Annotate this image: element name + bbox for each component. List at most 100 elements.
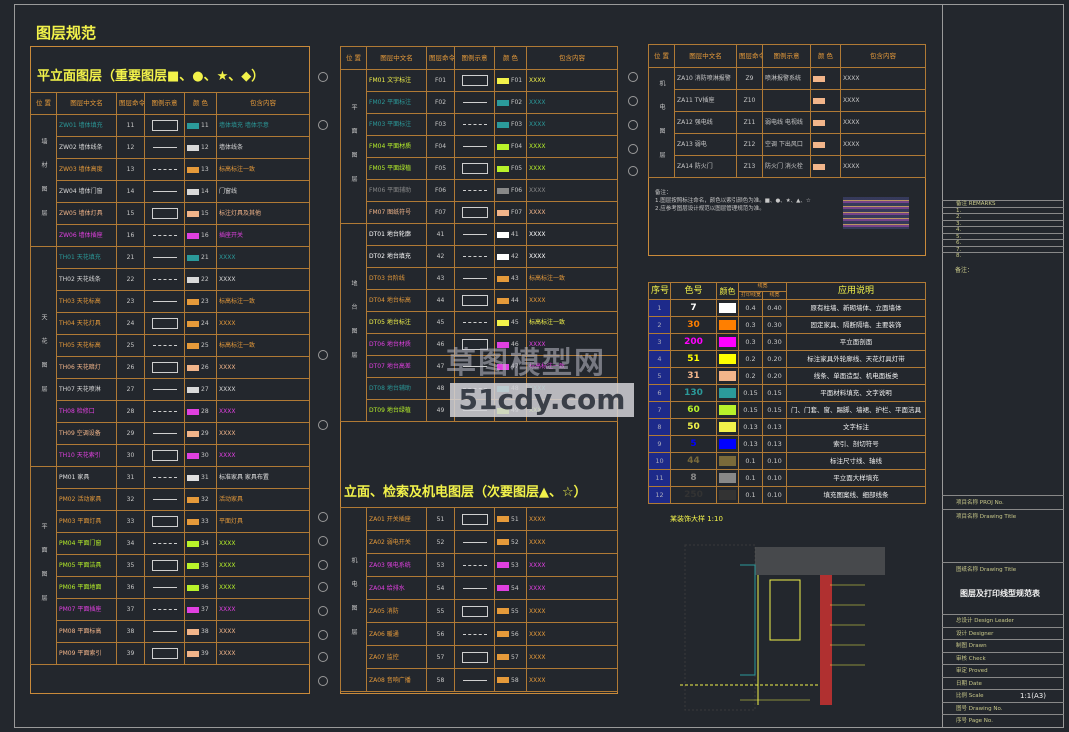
table-row: 平 面 图 层 FM01 文字标注 F01 F01 XXXX [340, 69, 618, 224]
layer-legend [454, 311, 495, 334]
subheader-cell: 打印线宽 [738, 290, 763, 300]
layer-legend [454, 668, 495, 692]
layer-color: 37 [184, 598, 217, 621]
layer-color: 56 [494, 622, 527, 646]
legend-symbol-icon [151, 208, 178, 219]
table-row: DT03 台阶线 43 43 标高标注一致 [341, 267, 618, 290]
legend-symbol-icon [462, 190, 487, 191]
layer-legend [454, 91, 495, 114]
legend-symbol-icon [152, 433, 177, 434]
color-swatch [497, 562, 509, 568]
layer-name: PM06 平面地面 [56, 576, 117, 599]
color-cell [716, 486, 739, 504]
layer-color: 26 [184, 356, 217, 379]
layer-color: 43 [494, 267, 527, 290]
color-swatch [187, 342, 199, 349]
color-code: 26 [201, 364, 209, 371]
layer-legend [144, 202, 185, 225]
legend-symbol-icon [151, 362, 178, 373]
layer-color: 21 [184, 246, 217, 269]
layer-name: ZW01 墙体填充 [56, 114, 117, 137]
table-row: ZW03 墙体高度 13 13 标高标注一致 [31, 158, 310, 181]
layer-content: 门窗线 [216, 180, 310, 203]
color-swatch [497, 143, 509, 150]
table-row: ZA14 防火门 Z13 防火门 消火栓 XXXX [649, 155, 926, 178]
table-row: TH06 天花暗灯 26 26 XXXX [31, 356, 310, 379]
layer-content: XXXX [526, 113, 618, 136]
legend-symbol-icon [151, 318, 178, 329]
header-cell: 图层命令 [116, 92, 145, 115]
layer-content: XXXX [526, 645, 618, 669]
color-swatch [719, 422, 736, 432]
layer-color: F04 [494, 135, 527, 158]
table-row: 8 50 0.13 0.13 文字标注 [648, 418, 926, 436]
color-code: 41 [511, 231, 519, 238]
layer-code: 58 [426, 668, 455, 692]
color-swatch [813, 119, 825, 126]
color-swatch [813, 97, 825, 104]
layer-name: ZA01 开关插座 [366, 507, 427, 531]
layer-code: 13 [116, 158, 145, 181]
layer-name: TH09 空调设备 [56, 422, 117, 445]
layer-legend [454, 289, 495, 312]
color-swatch [497, 99, 509, 106]
layer-color: 25 [184, 334, 217, 357]
layer-color: 27 [184, 378, 217, 401]
binding-hole [318, 536, 328, 546]
layer-content: XXXX [840, 111, 926, 134]
binding-hole [318, 420, 328, 430]
color-swatch [187, 144, 199, 151]
header-cell: 图层命令 [736, 44, 763, 68]
color-code: 36 [201, 584, 209, 591]
layer-name: TH07 天花喷淋 [56, 378, 117, 401]
line-width-print: 0.2 [738, 350, 763, 368]
line-width: 0.15 [761, 384, 788, 402]
layer-legend [144, 444, 185, 467]
layer-code: 39 [116, 642, 145, 665]
layer-content: XXXX [216, 620, 310, 643]
legend-symbol-icon [461, 295, 488, 306]
drawing-name-label: 图纸名称 Drawing Title [942, 562, 1064, 576]
color-cell [716, 401, 739, 419]
group-label: 平 面 图 层 [30, 466, 57, 665]
color-swatch [187, 166, 199, 173]
sign-row: 审定 Proved [942, 664, 1064, 677]
layer-name: FM04 平面材质 [366, 135, 427, 158]
legend-symbol-icon [461, 513, 488, 525]
layer-name: ZW06 墙体插座 [56, 224, 117, 247]
layer-code: 56 [426, 622, 455, 646]
layer-name: DT06 地台材质 [366, 333, 427, 356]
binding-hole [318, 72, 328, 82]
mep-layer-table-right: 位 置图层中文名 图层命令 图例示意颜 色包含内容机 电 图 层 ZA10 消防喷淋报… [648, 44, 926, 178]
layer-content: XXXX [216, 400, 310, 423]
layer-code: 25 [116, 334, 145, 357]
legend-symbol-icon [152, 147, 177, 148]
layer-color: 31 [184, 466, 217, 489]
layer-name: PM02 活动家具 [56, 488, 117, 511]
layer-name: PM04 平面门窗 [56, 532, 117, 555]
color-swatch [813, 75, 825, 82]
table-row: ZA03 强电系统 53 53 XXXX [341, 553, 618, 577]
layer-code: 15 [116, 202, 145, 225]
layer-code: 35 [116, 554, 145, 577]
row-number: 10 [648, 452, 671, 470]
table-header: 位 置图层中文名 图层命令 图例示意颜 色包含内容 [30, 92, 310, 115]
legend-symbol-icon [462, 564, 487, 566]
layer-content: XXXX [216, 268, 310, 291]
legend-symbol-icon [462, 587, 487, 589]
layer-content: XXXX [526, 245, 618, 268]
table-row: 墙 材 图 层 ZW01 墙体填充 11 11 墙体填充 墙体示意 [30, 114, 310, 247]
layer-content: XXXX [526, 668, 618, 692]
header-cell: 颜 色 [494, 46, 527, 70]
layer-content: XXXX [840, 155, 926, 178]
layer-code: 51 [426, 507, 455, 531]
color-swatch [719, 456, 736, 466]
layer-name: TH01 天花填充 [56, 246, 117, 269]
color-code: 130 [670, 384, 717, 402]
table-row: 1 7 0.4 0.40 原有柱墙、新砌墙体、立面墙体 [648, 299, 926, 317]
color-code: 37 [201, 606, 209, 613]
sign-row: 图号 Drawing No. [942, 701, 1064, 715]
table-row: 12 250 0.1 0.10 填充图案线、细部线条 [648, 486, 926, 504]
layer-code: 23 [116, 290, 145, 313]
color-swatch [187, 122, 199, 129]
